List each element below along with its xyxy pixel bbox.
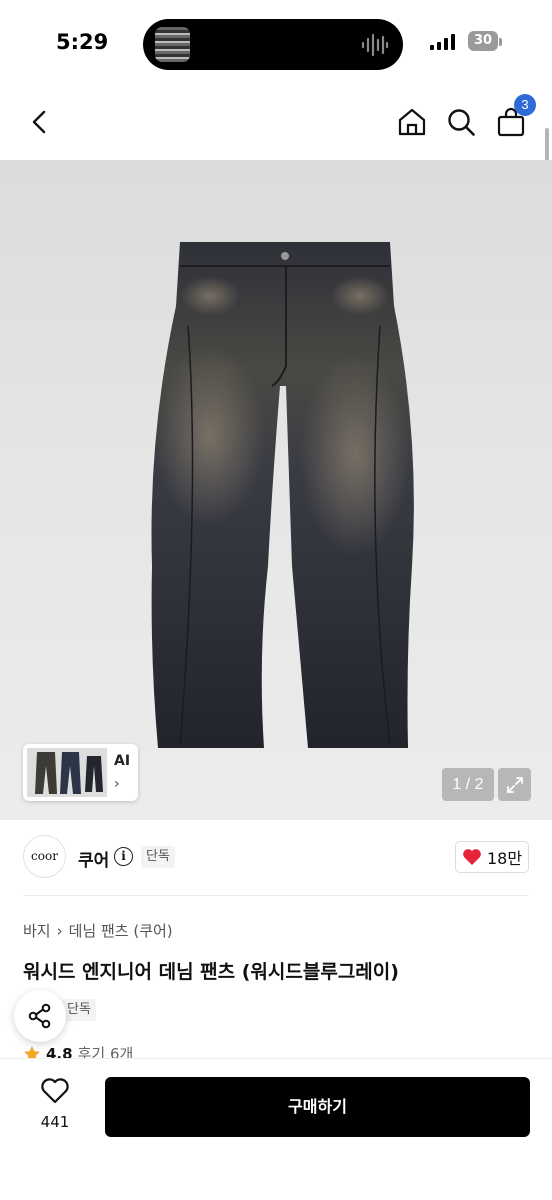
buy-button[interactable]: 구매하기 xyxy=(105,1077,530,1137)
share-icon xyxy=(28,1003,51,1029)
divider xyxy=(23,895,529,896)
bottom-action-bar: 441 구매하기 xyxy=(0,1058,552,1200)
battery-indicator: 30 xyxy=(468,31,498,51)
expand-icon xyxy=(506,776,523,793)
ai-label: AI xyxy=(114,753,131,769)
home-button[interactable] xyxy=(394,104,430,140)
share-button[interactable] xyxy=(14,990,66,1042)
status-bar: 5:29 30 xyxy=(0,0,552,90)
breadcrumb-separator: › xyxy=(56,921,63,940)
back-button[interactable] xyxy=(22,104,58,140)
breadcrumb-item[interactable]: 데님 팬츠 (쿠어) xyxy=(69,920,173,941)
expand-button[interactable] xyxy=(498,768,531,801)
exclusive-badge: 단독 xyxy=(62,999,96,1021)
search-icon xyxy=(448,109,475,136)
dynamic-island xyxy=(143,19,403,70)
top-nav: 3 xyxy=(0,90,552,160)
product-title: 워시드 엔지니어 데님 팬츠 (워시드블루그레이) xyxy=(23,961,399,983)
cart-count-badge: 3 xyxy=(514,94,536,116)
wishlist-button[interactable]: 441 xyxy=(32,1077,78,1131)
brand-name[interactable]: 쿠어 xyxy=(78,846,109,871)
brand-logo[interactable]: coor xyxy=(23,835,66,878)
heart-outline-icon xyxy=(41,1078,69,1104)
wishlist-count: 441 xyxy=(40,1113,70,1131)
exclusive-badge: 단독 xyxy=(141,846,175,868)
breadcrumb: 바지 › 데님 팬츠 (쿠어) xyxy=(23,920,173,941)
info-icon[interactable]: i xyxy=(114,847,133,866)
cart-button[interactable]: 3 xyxy=(493,94,536,140)
chevron-left-icon xyxy=(32,110,46,134)
cellular-signal-icon xyxy=(430,34,455,50)
status-time: 5:29 xyxy=(56,30,109,54)
thumbnail-image xyxy=(27,748,107,797)
ai-thumbnail-card[interactable]: AI › xyxy=(23,744,138,801)
brand-like-button[interactable]: 18만 xyxy=(455,841,529,873)
home-icon xyxy=(398,108,426,136)
brand-like-count: 18만 xyxy=(486,849,523,868)
search-button[interactable] xyxy=(443,104,479,140)
brand-row: coor 쿠어 i 단독 18만 xyxy=(0,820,552,896)
product-image-gallery[interactable]: AI › 1 / 2 xyxy=(0,160,552,820)
heart-filled-icon xyxy=(463,849,481,865)
breadcrumb-item[interactable]: 바지 xyxy=(23,920,51,941)
image-pager: 1 / 2 xyxy=(442,768,494,801)
now-playing-artwork xyxy=(155,27,190,62)
chevron-right-icon: › xyxy=(114,776,120,792)
battery-nub xyxy=(499,38,502,46)
product-image xyxy=(151,242,414,748)
audio-wave-icon xyxy=(361,33,389,57)
